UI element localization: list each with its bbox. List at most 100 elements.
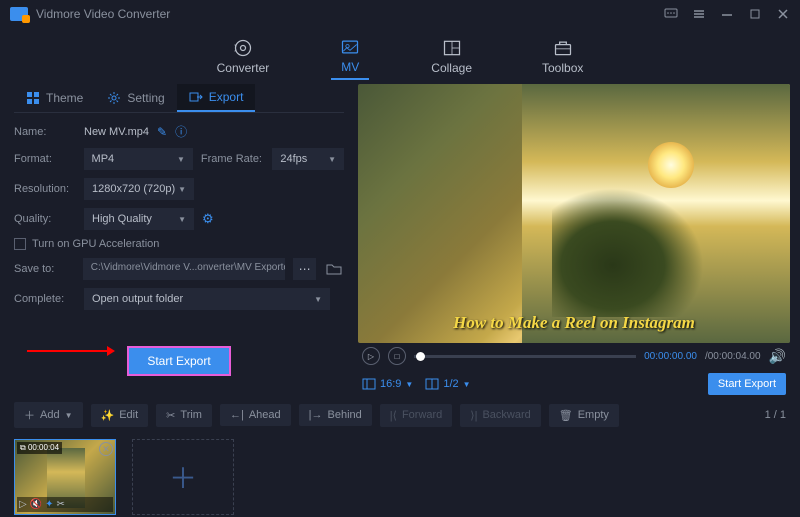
- format-select[interactable]: MP4▼: [84, 148, 193, 170]
- behind-button[interactable]: |→Behind: [299, 404, 372, 426]
- thumb-remove-icon[interactable]: ✕: [99, 442, 113, 456]
- nav-mv[interactable]: MV: [331, 33, 369, 80]
- nav-label: Converter: [217, 61, 270, 75]
- setting-icon: [107, 91, 121, 105]
- edit-button[interactable]: ✨Edit: [91, 404, 149, 427]
- maximize-icon[interactable]: [748, 7, 762, 21]
- app-title: Vidmore Video Converter: [36, 7, 664, 21]
- backward-icon: ⟩|: [470, 409, 477, 422]
- behind-icon: |→: [309, 409, 323, 421]
- part-icon: [425, 378, 439, 390]
- theme-icon: [26, 91, 40, 105]
- stop-button[interactable]: □: [388, 347, 406, 365]
- chevron-down-icon: ▼: [405, 380, 413, 389]
- ahead-button[interactable]: ←|Ahead: [220, 404, 291, 426]
- menu-icon[interactable]: [692, 7, 706, 21]
- collage-icon: [441, 38, 463, 58]
- thumb-edit-icon[interactable]: ✦: [45, 499, 53, 510]
- empty-button[interactable]: 🗑Empty: [549, 404, 619, 427]
- mv-icon: [339, 37, 361, 57]
- forward-icon: |⟨: [390, 409, 397, 422]
- nav-label: Toolbox: [542, 61, 583, 75]
- edit-name-icon[interactable]: ✎: [157, 125, 167, 139]
- chevron-down-icon: ▼: [65, 411, 73, 420]
- subtab-theme[interactable]: Theme: [14, 84, 95, 112]
- quality-select[interactable]: High Quality▼: [84, 208, 194, 230]
- quality-label: Quality:: [14, 213, 76, 225]
- minimize-icon[interactable]: [720, 7, 734, 21]
- part-select[interactable]: 1/2 ▼: [425, 378, 470, 390]
- complete-select[interactable]: Open output folder▼: [84, 288, 330, 310]
- chevron-down-icon: ▼: [178, 185, 186, 194]
- open-folder-icon[interactable]: [324, 259, 344, 279]
- clip-toolbar: ＋Add ▼ ✨Edit ✂Trim ←|Ahead |→Behind |⟨Fo…: [0, 399, 800, 431]
- timeline-slider[interactable]: [414, 355, 636, 358]
- clip-thumbnails: ⧉ 00:00:04 ✕ ▷ 🔇 ✦ ✂ ＋: [0, 431, 800, 517]
- resolution-label: Resolution:: [14, 183, 76, 195]
- resolution-select[interactable]: 1280x720 (720p)▼: [84, 178, 194, 200]
- close-icon[interactable]: [776, 7, 790, 21]
- framerate-select[interactable]: 24fps▼: [272, 148, 344, 170]
- app-logo: [10, 7, 28, 21]
- gpu-checkbox[interactable]: [14, 238, 26, 250]
- chevron-down-icon: ▼: [328, 155, 336, 164]
- nav-label: Collage: [431, 61, 472, 75]
- name-info-icon[interactable]: ⓘ: [175, 123, 187, 140]
- aspect-ratio-select[interactable]: 16:9 ▼: [362, 378, 413, 390]
- framerate-label: Frame Rate:: [201, 153, 265, 165]
- subtab-setting[interactable]: Setting: [95, 84, 176, 112]
- aspect-icon: [362, 378, 376, 390]
- main-nav: Converter MV Collage Toolbox: [0, 28, 800, 84]
- complete-label: Complete:: [14, 293, 76, 305]
- nav-label: MV: [341, 60, 359, 74]
- thumb-trim-icon[interactable]: ✂: [57, 499, 65, 510]
- add-button[interactable]: ＋Add ▼: [14, 402, 83, 428]
- forward-button[interactable]: |⟨Forward: [380, 404, 453, 427]
- add-clip-button[interactable]: ＋: [132, 439, 234, 515]
- settings-panel: Theme Setting Export Name: New MV.mp4 ✎ …: [0, 84, 358, 399]
- ahead-icon: ←|: [230, 409, 244, 421]
- subtab-export[interactable]: Export: [177, 84, 256, 112]
- trim-button[interactable]: ✂Trim: [156, 404, 212, 427]
- play-button[interactable]: ▷: [362, 347, 380, 365]
- clip-thumbnail[interactable]: ⧉ 00:00:04 ✕ ▷ 🔇 ✦ ✂: [14, 439, 116, 515]
- export-icon: [189, 90, 203, 104]
- nav-toolbox[interactable]: Toolbox: [534, 34, 591, 79]
- name-value: New MV.mp4: [84, 126, 149, 138]
- name-label: Name:: [14, 126, 76, 138]
- time-current: 00:00:00.00: [644, 351, 697, 362]
- backward-button[interactable]: ⟩|Backward: [460, 404, 540, 427]
- chevron-down-icon: ▼: [178, 215, 186, 224]
- chevron-down-icon: ▼: [177, 155, 185, 164]
- volume-icon[interactable]: 🔊: [769, 348, 786, 365]
- thumb-duration: ⧉ 00:00:04: [17, 442, 62, 454]
- timeline-handle[interactable]: [416, 352, 425, 361]
- chevron-down-icon: ▼: [314, 295, 322, 304]
- thumb-mute-icon[interactable]: 🔇: [30, 499, 42, 510]
- toolbox-icon: [552, 38, 574, 58]
- titlebar: Vidmore Video Converter: [0, 0, 800, 28]
- browse-path-button[interactable]: ⋯: [293, 258, 317, 280]
- quality-settings-icon[interactable]: ⚙: [202, 211, 214, 227]
- page-indicator: 1 / 1: [765, 409, 786, 421]
- scissors-icon: ✂: [166, 409, 175, 422]
- wand-icon: ✨: [101, 409, 115, 422]
- time-total: /00:00:04.00: [705, 351, 761, 362]
- format-label: Format:: [14, 153, 76, 165]
- saveto-path[interactable]: C:\Vidmore\Vidmore V...onverter\MV Expor…: [83, 258, 285, 280]
- preview-caption: How to Make a Reel on Instagram: [358, 313, 790, 333]
- nav-converter[interactable]: Converter: [209, 34, 278, 79]
- start-export-button[interactable]: Start Export: [127, 346, 230, 376]
- trash-icon: 🗑: [559, 409, 573, 422]
- video-preview: How to Make a Reel on Instagram: [358, 84, 790, 343]
- chevron-down-icon: ▼: [463, 380, 471, 389]
- saveto-label: Save to:: [14, 263, 75, 275]
- plus-icon: ＋: [24, 407, 35, 423]
- feedback-icon[interactable]: [664, 7, 678, 21]
- nav-collage[interactable]: Collage: [423, 34, 480, 79]
- player-controls: ▷ □ 00:00:00.00/00:00:04.00 🔊: [358, 343, 790, 369]
- converter-icon: [232, 38, 254, 58]
- start-export-button-right[interactable]: Start Export: [708, 373, 786, 395]
- gpu-label: Turn on GPU Acceleration: [32, 238, 159, 250]
- thumb-play-icon[interactable]: ▷: [19, 499, 27, 510]
